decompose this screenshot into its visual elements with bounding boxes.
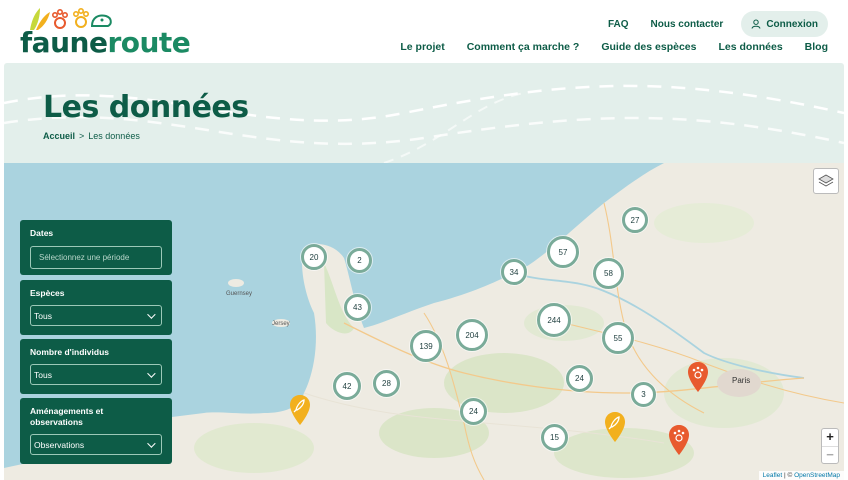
filter-count-label: Nombre d'individus [30,347,109,357]
paw-pin-icon[interactable] [686,361,710,393]
nav-comment-ca-marche[interactable]: Comment ça marche ? [467,41,580,53]
species-select[interactable]: Tous [30,305,162,326]
nav-blog[interactable]: Blog [805,41,828,53]
page-title: Les données [43,90,249,125]
count-select[interactable]: Tous [30,364,162,385]
date-range-input[interactable]: Sélectionnez une période [30,246,162,269]
page-hero: Les données Accueil > Les données [4,63,844,163]
map-attribution: Leaflet | © OpenStreetMap [758,471,844,480]
attribution-separator: | © [784,472,793,479]
feather-pin-icon[interactable] [603,411,627,443]
contact-link[interactable]: Nous contacter [651,19,724,30]
filter-dates: Dates Sélectionnez une période [20,220,172,275]
cluster-marker[interactable]: 42 [333,372,361,400]
layers-control-button[interactable] [813,168,839,194]
filter-species-label: Espèces [30,288,65,298]
nav-guide-des-especes[interactable]: Guide des espèces [601,41,696,53]
filter-count: Nombre d'individus Tous [20,339,172,394]
breadcrumb-separator: > [79,131,85,141]
filter-dates-label: Dates [30,228,54,238]
zoom-out-button[interactable]: − [822,446,838,463]
cluster-marker[interactable]: 58 [593,258,624,289]
cluster-marker[interactable]: 2 [347,248,372,273]
paw-pin-icon[interactable] [667,424,691,456]
cluster-marker[interactable]: 34 [501,259,527,285]
brand-name-part2: route [107,26,191,59]
user-icon [751,19,761,29]
cluster-marker[interactable]: 15 [541,424,568,451]
cluster-marker[interactable]: 139 [410,330,442,362]
brand-wordmark: fauneroute [20,26,191,59]
cluster-marker[interactable]: 244 [537,303,571,337]
login-label: Connexion [766,18,818,30]
place-label-jersey: Jersey [272,321,290,327]
place-label-paris: Paris [732,376,751,385]
breadcrumb-current: Les données [88,131,140,141]
cluster-marker[interactable]: 20 [301,244,327,270]
amenagements-select[interactable]: Observations [30,434,162,455]
cluster-marker[interactable]: 3 [631,382,656,407]
cluster-marker[interactable]: 55 [602,322,634,354]
amenagements-select-value: Observations [34,439,85,450]
chevron-down-icon [147,438,156,448]
cluster-marker[interactable]: 24 [566,365,593,392]
leaflet-link[interactable]: Leaflet [763,472,783,479]
zoom-control: + − [821,428,839,464]
faune-route-logo[interactable]: fauneroute [20,6,191,58]
species-select-value: Tous [34,310,52,321]
breadcrumb: Accueil > Les données [43,131,140,141]
osm-link[interactable]: OpenStreetMap [794,472,840,479]
breadcrumb-home[interactable]: Accueil [43,131,75,141]
faq-link[interactable]: FAQ [608,19,629,30]
login-button[interactable]: Connexion [741,11,828,37]
filter-species: Espèces Tous [20,280,172,335]
cluster-marker[interactable]: 24 [460,398,487,425]
layers-icon [818,174,834,187]
feather-pin-icon[interactable] [288,394,312,426]
place-label-guernsey: Guernsey [226,291,253,297]
cluster-marker[interactable]: 43 [344,294,371,321]
filter-amenagements-label: Aménagements et observations [30,406,104,427]
zoom-in-button[interactable]: + [822,429,838,446]
chevron-down-icon [147,309,156,319]
top-nav: FAQ Nous contacter Connexion [586,11,828,37]
main-nav: Le projet Comment ça marche ? Guide des … [378,41,828,53]
nav-le-projet[interactable]: Le projet [400,41,444,53]
cluster-marker[interactable]: 57 [547,236,579,268]
brand-name-part1: faune [20,26,108,59]
cluster-marker[interactable]: 204 [456,319,488,351]
cluster-marker[interactable]: 27 [622,207,648,233]
site-header: fauneroute FAQ Nous contacter Connexion … [0,0,848,62]
filter-amenagements: Aménagements et observations Observation… [20,398,172,464]
count-select-value: Tous [34,369,52,380]
nav-les-donnees[interactable]: Les données [718,41,782,53]
cluster-marker[interactable]: 28 [373,370,400,397]
chevron-down-icon [147,368,156,378]
